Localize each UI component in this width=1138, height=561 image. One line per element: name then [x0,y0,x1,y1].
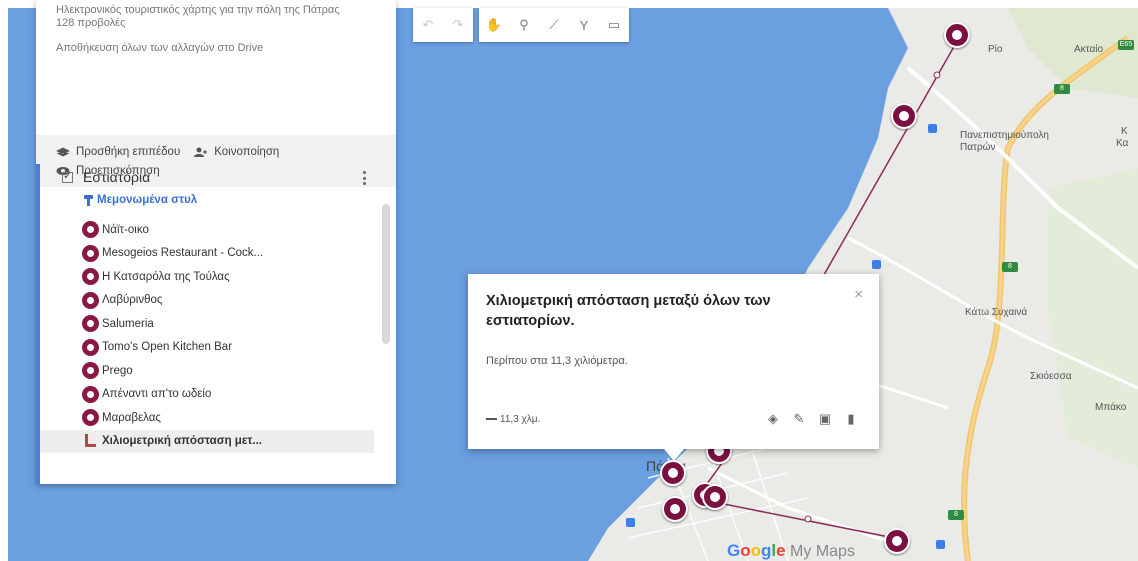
map-toolbar: ↶ ↷ ✋ ⚲ ⟋ Y ▭ [413,8,629,42]
layer-options-icon[interactable] [363,171,366,185]
share-label: Κοινοποίηση [214,145,280,158]
item-label: Mesogeios Restaurant - Cock... [102,247,264,260]
layer-visibility-checkbox[interactable] [62,169,73,183]
road-badge-8a: 8 [1054,84,1070,94]
list-item[interactable]: Η Κατσαρόλα της Τούλας [40,265,396,289]
layer-header[interactable]: Εστιατόρια [40,164,396,190]
restaurant-pin-icon [82,338,99,356]
history-group: ↶ ↷ [413,8,473,42]
bus-stop-icon [626,518,635,527]
restaurant-marker[interactable] [660,460,686,486]
line-length-value: 11,3 χλμ. [500,413,541,425]
place-label-aktaio: Ακταίο [1074,44,1104,55]
restaurant-pin-icon [82,221,99,239]
item-label: Tomo's Open Kitchen Bar [102,341,233,354]
place-label-k1: Κ [1121,126,1128,137]
add-marker-button[interactable]: ⚲ [509,8,539,42]
item-label: Λαβύρινθος [102,294,163,307]
info-window-tail [664,449,684,461]
item-label: Μαραβελας [102,411,161,424]
measure-item-label: Χιλιομετρική απόσταση μετ... [102,435,262,448]
bus-stop-icon [872,260,881,269]
restaurant-pin-icon [82,291,99,309]
add-layer-button[interactable]: Προσθήκη επιπέδου [56,146,180,158]
layers-icon [56,147,70,157]
item-label: Η Κατσαρόλα της Τούλας [102,270,230,283]
info-window: × Χιλιομετρική απόσταση μεταξύ όλων των … [468,274,879,461]
line-length-icon [486,418,497,420]
close-icon[interactable]: × [854,286,863,303]
place-label-rio: Ρίο [988,44,1003,55]
item-label: Salumeria [102,317,154,330]
place-label-k2: Κα [1116,138,1129,149]
restaurant-pin-icon [82,244,99,262]
restaurant-pin-icon [82,315,99,333]
my-maps-wordmark: My Maps [785,543,855,560]
add-layer-label: Προσθήκη επιπέδου [76,145,181,158]
item-label: Απέναντι απ'το ωδείο [102,388,212,401]
bus-stop-icon [936,540,945,549]
layer-restaurants: Εστιατόρια Μεμονωμένα στυλ Νάϊτ-οικο Mes… [36,164,396,484]
individual-styles-label: Μεμονωμένα στυλ [97,194,198,206]
layer-title: Εστιατόρια [83,169,151,185]
map-views-count: 128 προβολές [56,17,126,29]
restaurant-pin-icon [82,409,99,427]
road-badge-8b: 8 [1002,262,1018,272]
info-window-footer: 11,3 χλμ. ◈ ✎ ▣ ▮ [486,411,859,427]
bus-stop-icon [928,124,937,133]
measure-item[interactable]: Χιλιομετρική απόσταση μετ... [40,429,374,453]
undo-button[interactable]: ↶ [413,8,443,42]
edit-pencil-icon[interactable]: ✎ [791,411,807,427]
restaurant-marker[interactable] [884,528,910,554]
google-my-maps-logo: Google My Maps [727,541,855,561]
paint-roller-icon [84,194,93,206]
place-label-university: Πανεπιστημιούπολη Πατρών [960,130,1049,153]
restaurant-marker[interactable] [891,103,917,129]
item-label: Νάϊτ-οικο [102,223,149,236]
info-window-title: Χιλιομετρική απόσταση μεταξύ όλων των εσ… [486,293,771,329]
restaurant-pin-icon [82,362,99,380]
add-person-icon [194,147,208,157]
place-label-kato-sychaina: Κάτω Συχαινά [965,307,1028,318]
list-item[interactable]: Tomo's Open Kitchen Bar [40,336,396,360]
restaurant-marker[interactable] [702,484,728,510]
list-item[interactable]: Mesogeios Restaurant - Cock... [40,242,396,266]
save-status: Αποθήκευση όλων των αλλαγών στο Drive [56,42,264,54]
place-label-bpako: Μπάκο [1095,402,1127,413]
road-badge-e65: E65 [1118,40,1134,50]
tools-group: ✋ ⚲ ⟋ Y ▭ [479,8,629,42]
place-label-skioessa: Σκιόεσσα [1030,371,1072,382]
sidebar-scrollbar[interactable] [382,204,390,344]
camera-icon[interactable]: ▣ [817,411,833,427]
draw-line-button[interactable]: ⟋ [539,8,569,42]
info-window-description: Περίπου στα 11,3 χιλιόμετρα. [486,355,628,367]
list-item[interactable]: Salumeria [40,312,396,336]
google-wordmark: Google [727,541,786,560]
individual-styles-link[interactable]: Μεμονωμένα στυλ [40,190,396,210]
item-label: Prego [102,364,133,377]
road-badge-8c: 8 [948,510,964,520]
ruler-icon [82,434,96,448]
measure-distance-button[interactable]: ▭ [599,8,629,42]
list-item[interactable]: Λαβύρινθος [40,289,396,313]
map-sidebar: Ηλεκτρονικός τουριστικός χάρτης για την … [36,0,396,484]
list-item[interactable]: Μαραβελας [40,406,396,430]
layer-items: Νάϊτ-οικο Mesogeios Restaurant - Cock...… [40,218,396,453]
redo-button[interactable]: ↷ [443,8,473,42]
trash-icon[interactable]: ▮ [843,411,859,427]
restaurant-marker[interactable] [944,22,970,48]
list-item[interactable]: Prego [40,359,396,383]
restaurant-pin-icon [82,385,99,403]
share-button[interactable]: Κοινοποίηση [194,146,279,158]
restaurant-marker[interactable] [662,496,688,522]
hand-tool-button[interactable]: ✋ [479,8,509,42]
list-item[interactable]: Απέναντι απ'το ωδείο [40,383,396,407]
restaurant-pin-icon [82,268,99,286]
line-length: 11,3 χλμ. [486,414,540,425]
paint-bucket-icon[interactable]: ◈ [765,411,781,427]
directions-button[interactable]: Y [569,8,599,42]
map-description: Ηλεκτρονικός τουριστικός χάρτης για την … [56,4,340,16]
list-item[interactable]: Νάϊτ-οικο [40,218,396,242]
info-window-actions: ◈ ✎ ▣ ▮ [765,411,859,427]
